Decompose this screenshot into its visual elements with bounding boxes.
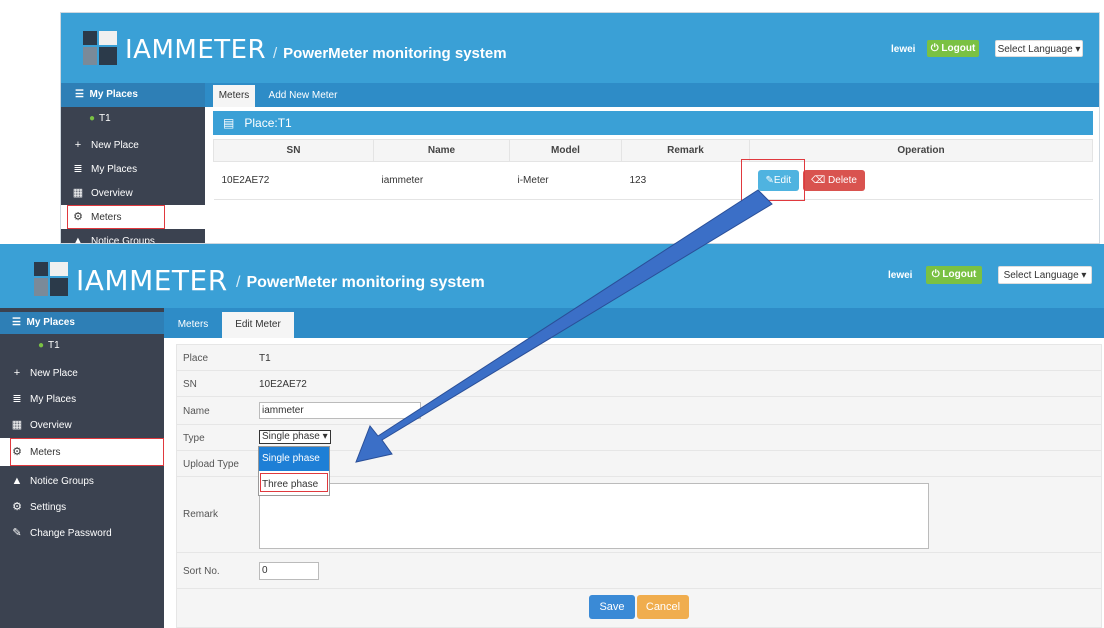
arrow-icon (355, 189, 773, 463)
annotation-arrow (355, 189, 773, 463)
